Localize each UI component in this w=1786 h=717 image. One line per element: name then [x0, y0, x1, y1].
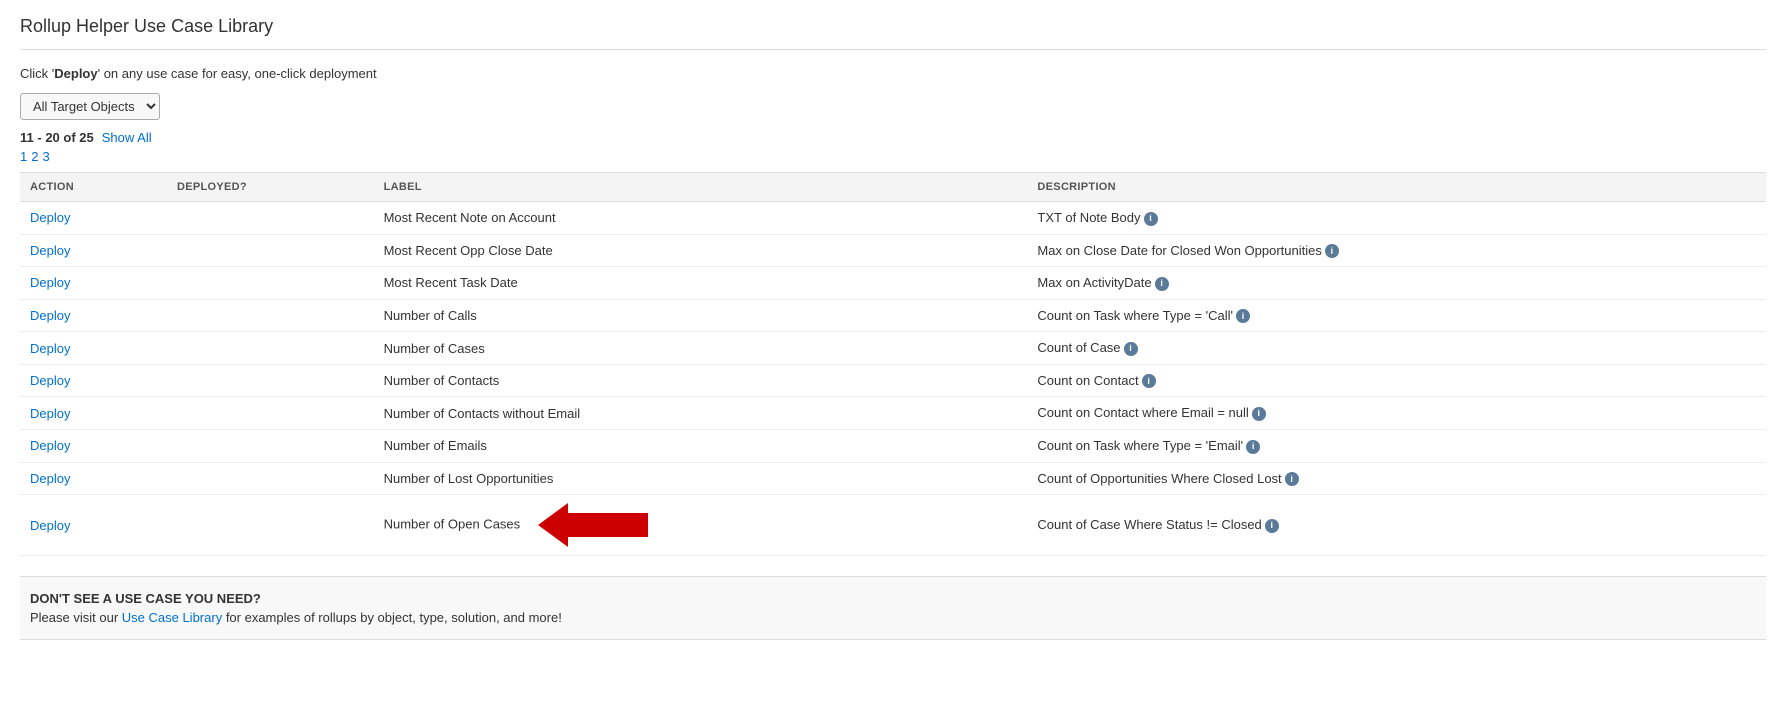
page-title: Rollup Helper Use Case Library: [20, 16, 1766, 50]
footer-heading: DON'T SEE A USE CASE YOU NEED?: [30, 591, 1756, 606]
description-cell: Max on ActivityDatei: [1027, 267, 1766, 300]
description-cell: Max on Close Date for Closed Won Opportu…: [1027, 234, 1766, 267]
deploy-link[interactable]: Deploy: [30, 341, 70, 356]
page-link-2[interactable]: 2: [31, 149, 38, 164]
info-icon[interactable]: i: [1144, 212, 1158, 226]
col-label: LABEL: [374, 173, 1028, 202]
label-cell: Number of Open Cases: [374, 495, 1028, 556]
deploy-link[interactable]: Deploy: [30, 275, 70, 290]
description-cell: Count on Task where Type = 'Email'i: [1027, 429, 1766, 462]
deployed-cell: [167, 462, 374, 495]
label-cell: Most Recent Opp Close Date: [374, 234, 1028, 267]
deployed-cell: [167, 364, 374, 397]
table-row: Deploy Number of CallsCount on Task where…: [20, 299, 1766, 332]
table-row: Deploy Number of EmailsCount on Task wher…: [20, 429, 1766, 462]
info-icon[interactable]: i: [1325, 244, 1339, 258]
deploy-link[interactable]: Deploy: [30, 373, 70, 388]
label-cell: Number of Emails: [374, 429, 1028, 462]
info-icon[interactable]: i: [1142, 374, 1156, 388]
description-cell: Count on Task where Type = 'Call'i: [1027, 299, 1766, 332]
table-header: ACTION DEPLOYED? LABEL DESCRIPTION: [20, 173, 1766, 202]
page-link-1[interactable]: 1: [20, 149, 27, 164]
table-body: Deploy Most Recent Note on AccountTXT of …: [20, 202, 1766, 556]
col-description: DESCRIPTION: [1027, 173, 1766, 202]
table-row: Deploy Most Recent Task DateMax on Activi…: [20, 267, 1766, 300]
filter-row: All Target Objects Account Contact Oppor…: [20, 93, 1766, 120]
description-cell: TXT of Note Bodyi: [1027, 202, 1766, 235]
deploy-link[interactable]: Deploy: [30, 471, 70, 486]
description-cell: Count of Case Where Status != Closedi: [1027, 495, 1766, 556]
deployed-cell: [167, 429, 374, 462]
label-cell: Most Recent Note on Account: [374, 202, 1028, 235]
label-cell: Number of Lost Opportunities: [374, 462, 1028, 495]
deploy-link[interactable]: Deploy: [30, 518, 70, 533]
deployed-cell: [167, 332, 374, 365]
col-action: ACTION: [20, 173, 167, 202]
table-row: Deploy Number of ContactsCount on Contact…: [20, 364, 1766, 397]
info-icon[interactable]: i: [1236, 309, 1250, 323]
table-row: Deploy Number of Contacts without EmailCo…: [20, 397, 1766, 430]
deploy-link[interactable]: Deploy: [30, 210, 70, 225]
page-links: 1 2 3: [20, 149, 1766, 164]
deploy-link[interactable]: Deploy: [30, 308, 70, 323]
info-icon[interactable]: i: [1285, 472, 1299, 486]
col-deployed: DEPLOYED?: [167, 173, 374, 202]
arrow-annotation: [520, 517, 648, 532]
description-cell: Count of Opportunities Where Closed Lost…: [1027, 462, 1766, 495]
deploy-link[interactable]: Deploy: [30, 438, 70, 453]
description-cell: Count on Contact where Email = nulli: [1027, 397, 1766, 430]
use-case-table: ACTION DEPLOYED? LABEL DESCRIPTION Deplo…: [20, 172, 1766, 556]
deployed-cell: [167, 267, 374, 300]
pagination-range: 11 - 20 of 25: [20, 130, 94, 145]
table-row: Deploy Number of CasesCount of Casei: [20, 332, 1766, 365]
description-cell: Count on Contacti: [1027, 364, 1766, 397]
deployed-cell: [167, 397, 374, 430]
deploy-link[interactable]: Deploy: [30, 406, 70, 421]
deployed-cell: [167, 299, 374, 332]
use-case-library-link[interactable]: Use Case Library: [122, 610, 222, 625]
pagination-info: 11 - 20 of 25 Show All: [20, 130, 1766, 145]
deployed-cell: [167, 495, 374, 556]
table-row: Deploy Most Recent Opp Close DateMax on C…: [20, 234, 1766, 267]
footer-section: DON'T SEE A USE CASE YOU NEED? Please vi…: [20, 576, 1766, 640]
target-objects-select[interactable]: All Target Objects Account Contact Oppor…: [20, 93, 160, 120]
table-row: Deploy Number of Open Cases Count of Case…: [20, 495, 1766, 556]
label-cell: Number of Cases: [374, 332, 1028, 365]
instruction-text: Click 'Deploy' on any use case for easy,…: [20, 66, 1766, 81]
info-icon[interactable]: i: [1124, 342, 1138, 356]
info-icon[interactable]: i: [1246, 440, 1260, 454]
show-all-link[interactable]: Show All: [102, 130, 152, 145]
description-cell: Count of Casei: [1027, 332, 1766, 365]
table-row: Deploy Number of Lost OpportunitiesCount …: [20, 462, 1766, 495]
label-cell: Number of Contacts: [374, 364, 1028, 397]
footer-text: Please visit our Use Case Library for ex…: [30, 610, 1756, 625]
page-link-3[interactable]: 3: [42, 149, 49, 164]
label-cell: Most Recent Task Date: [374, 267, 1028, 300]
deployed-cell: [167, 202, 374, 235]
deploy-link[interactable]: Deploy: [30, 243, 70, 258]
deployed-cell: [167, 234, 374, 267]
table-row: Deploy Most Recent Note on AccountTXT of …: [20, 202, 1766, 235]
label-cell: Number of Contacts without Email: [374, 397, 1028, 430]
page-container: Rollup Helper Use Case Library Click 'De…: [0, 0, 1786, 656]
info-icon[interactable]: i: [1252, 407, 1266, 421]
info-icon[interactable]: i: [1155, 277, 1169, 291]
label-cell: Number of Calls: [374, 299, 1028, 332]
info-icon[interactable]: i: [1265, 519, 1279, 533]
